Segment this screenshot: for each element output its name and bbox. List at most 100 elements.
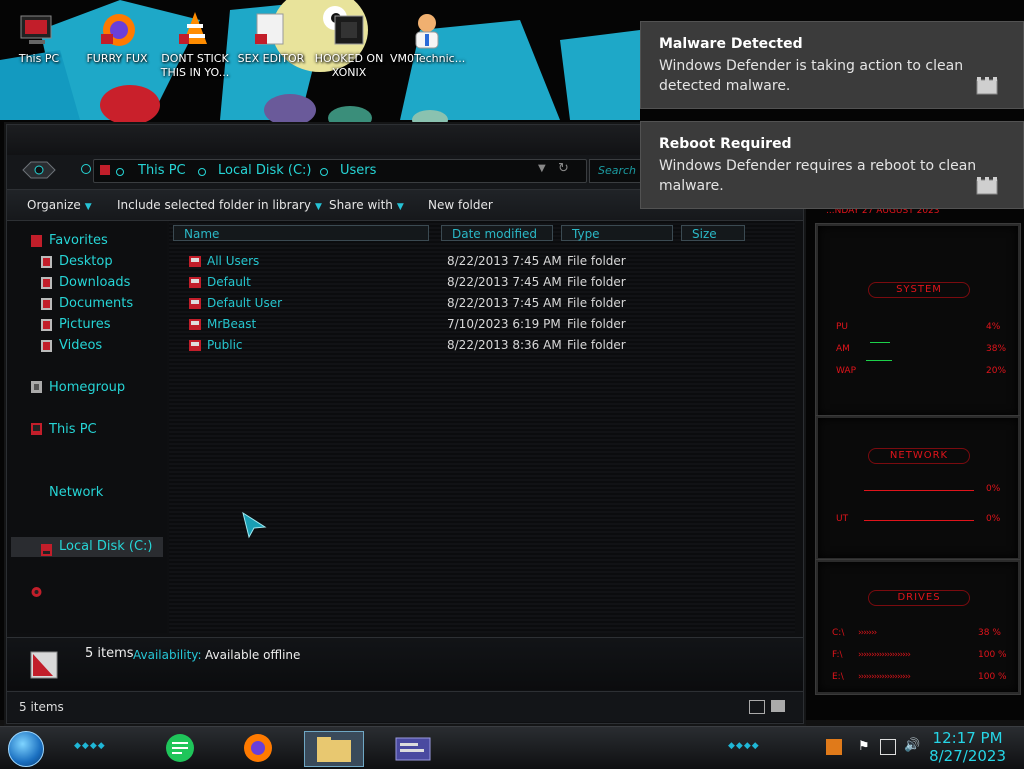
folder-icon [189,277,201,288]
recent-locations-icon[interactable] [81,164,91,174]
nav-homegroup[interactable]: Homegroup [49,378,125,398]
file-row[interactable]: All Users 8/22/2013 7:45 AM File folder [169,251,789,272]
desktop-icon-dont-stick[interactable]: DONT STICK THIS IN YO... [158,6,232,80]
file-explorer-window[interactable]: This PC Local Disk (C:) Users ▼ ↻ Search… [6,124,804,724]
taskbar-decor-right: ◆◆◆◆ [728,741,760,751]
ram-value: 38% [986,344,1007,354]
nav-local-disk[interactable]: Local Disk (C:) [59,537,152,557]
breadcrumb-users[interactable]: Users [340,163,376,178]
nav-documents[interactable]: Documents [59,294,133,314]
taskbar: ◆◆◆◆ ◆◆◆◆ ⚑ 🔊 12:17 PM 8/27/2023 [0,726,1024,769]
file-row[interactable]: MrBeast 7/10/2023 6:19 PM File folder [169,314,789,335]
volume-icon[interactable]: 🔊 [904,738,920,753]
file-date: 8/22/2013 7:45 AM [447,296,562,310]
desktop-icon-vm0technic[interactable]: VM0Technic... [390,6,465,66]
desktop-icon-label: FURRY FUX [86,52,148,65]
desktop-icon-furry-fux[interactable]: FURRY FUX [80,6,154,66]
favorites-star-icon [31,235,42,247]
reboot-required-notification[interactable]: Reboot Required Windows Defender require… [640,121,1024,209]
organize-button[interactable]: Organize ▼ [27,198,92,212]
nav-network[interactable]: Network [49,483,103,503]
vlc-cone-icon [175,10,215,50]
malware-detected-notification[interactable]: Malware Detected Windows Defender is tak… [640,21,1024,109]
drive-c-label: C:\ [832,628,845,638]
net-out-value: 0% [986,514,1001,524]
file-name: All Users [207,254,260,268]
drives-gadget: DRIVES C:\ ››››››› 38 % F:\ ››››››››››››… [816,560,1020,694]
drive-f-value: 100 % [978,650,1007,660]
taskbar-app-file-explorer[interactable] [304,731,364,767]
desktop-icon-label: SEX EDITOR [237,52,305,65]
notification-body: Windows Defender requires a reboot to cl… [659,158,977,194]
status-item-count: 5 items [19,700,64,714]
ram-label: AM [836,344,850,354]
network-tray-icon[interactable] [880,739,896,755]
file-row[interactable]: Public 8/22/2013 8:36 AM File folder [169,335,789,356]
share-with-button[interactable]: Share with ▼ [329,198,404,212]
nav-desktop[interactable]: Desktop [59,252,113,272]
file-type: File folder [567,254,626,268]
chevron-down-icon[interactable]: ▼ [538,163,546,174]
nav-videos[interactable]: Videos [59,336,102,356]
cpu-label: PU [836,322,849,332]
folder-icon [317,737,351,762]
swap-label: WAP [836,366,856,376]
folder-icon [189,319,201,330]
nav-downloads[interactable]: Downloads [59,273,130,293]
taskbar-app-firefox[interactable] [228,731,286,765]
net-in-value: 0% [986,484,1001,494]
desktop-icon-label: DONT STICK THIS IN YO... [160,52,230,79]
nav-this-pc[interactable]: This PC [49,420,97,440]
details-availability-label: Availability: [133,648,202,662]
breadcrumb[interactable]: This PC Local Disk (C:) Users ▼ ↻ [93,159,587,183]
pictures-folder-icon [41,319,52,331]
file-type: File folder [567,338,626,352]
start-button[interactable] [8,731,44,767]
back-forward-icon[interactable] [21,160,57,180]
new-folder-button[interactable]: New folder [428,198,493,212]
chevron-down-icon: ▼ [396,202,404,212]
desktop-icon-this-pc[interactable]: This PC [2,6,76,66]
network-gadget-title: NETWORK [868,448,970,464]
system-clock[interactable]: 12:17 PM 8/27/2023 [929,729,1006,765]
breadcrumb-this-pc[interactable]: This PC [138,163,186,178]
column-header-type[interactable]: Type [561,225,673,241]
column-header-date-modified[interactable]: Date modified [441,225,553,241]
documents-folder-icon [41,298,52,310]
notes-app-icon [166,734,194,762]
file-row[interactable]: Default 8/22/2013 7:45 AM File folder [169,272,789,293]
game-icon [329,10,369,50]
file-list-pane[interactable]: Name Date modified Type Size All Users 8… [169,221,795,633]
notification-title: Reboot Required [659,136,792,152]
folder-icon [189,256,201,267]
taskbar-app-control-panel[interactable] [384,731,442,765]
breadcrumb-separator-icon [320,168,328,176]
taskbar-app-notes[interactable] [152,731,210,765]
folder-preview-icon [30,651,58,679]
breadcrumb-local-disk[interactable]: Local Disk (C:) [218,163,311,178]
file-name: Default [207,275,251,289]
file-date: 7/10/2023 6:19 PM [447,317,561,331]
details-availability-value: Available offline [205,648,301,662]
include-in-library-button[interactable]: Include selected folder in library ▼ [117,198,322,212]
column-header-size[interactable]: Size [681,225,745,241]
desktop-icon-sex-editor[interactable]: SEX EDITOR [234,6,308,66]
tray-app-icon[interactable] [826,739,842,755]
large-icons-view-icon[interactable] [771,700,785,712]
computer-icon [31,423,42,435]
file-row[interactable]: Default User 8/22/2013 7:45 AM File fold… [169,293,789,314]
nav-pictures[interactable]: Pictures [59,315,110,335]
column-header-name[interactable]: Name [173,225,429,241]
drive-e-value: 100 % [978,672,1007,682]
details-item-count: 5 items [85,646,134,661]
file-date: 8/22/2013 7:45 AM [447,254,562,268]
desktop-icon-hooked-on-xonix[interactable]: HOOKED ON XONIX [312,6,386,80]
organize-label: Organize [27,198,81,212]
action-center-flag-icon[interactable]: ⚑ [858,739,870,754]
homegroup-icon [31,381,42,393]
desktop-icon-label: HOOKED ON XONIX [314,52,384,79]
details-view-icon[interactable] [749,700,765,714]
nav-favorites[interactable]: Favorites [49,231,108,251]
refresh-icon[interactable]: ↻ [558,161,569,176]
file-name: Public [207,338,243,352]
